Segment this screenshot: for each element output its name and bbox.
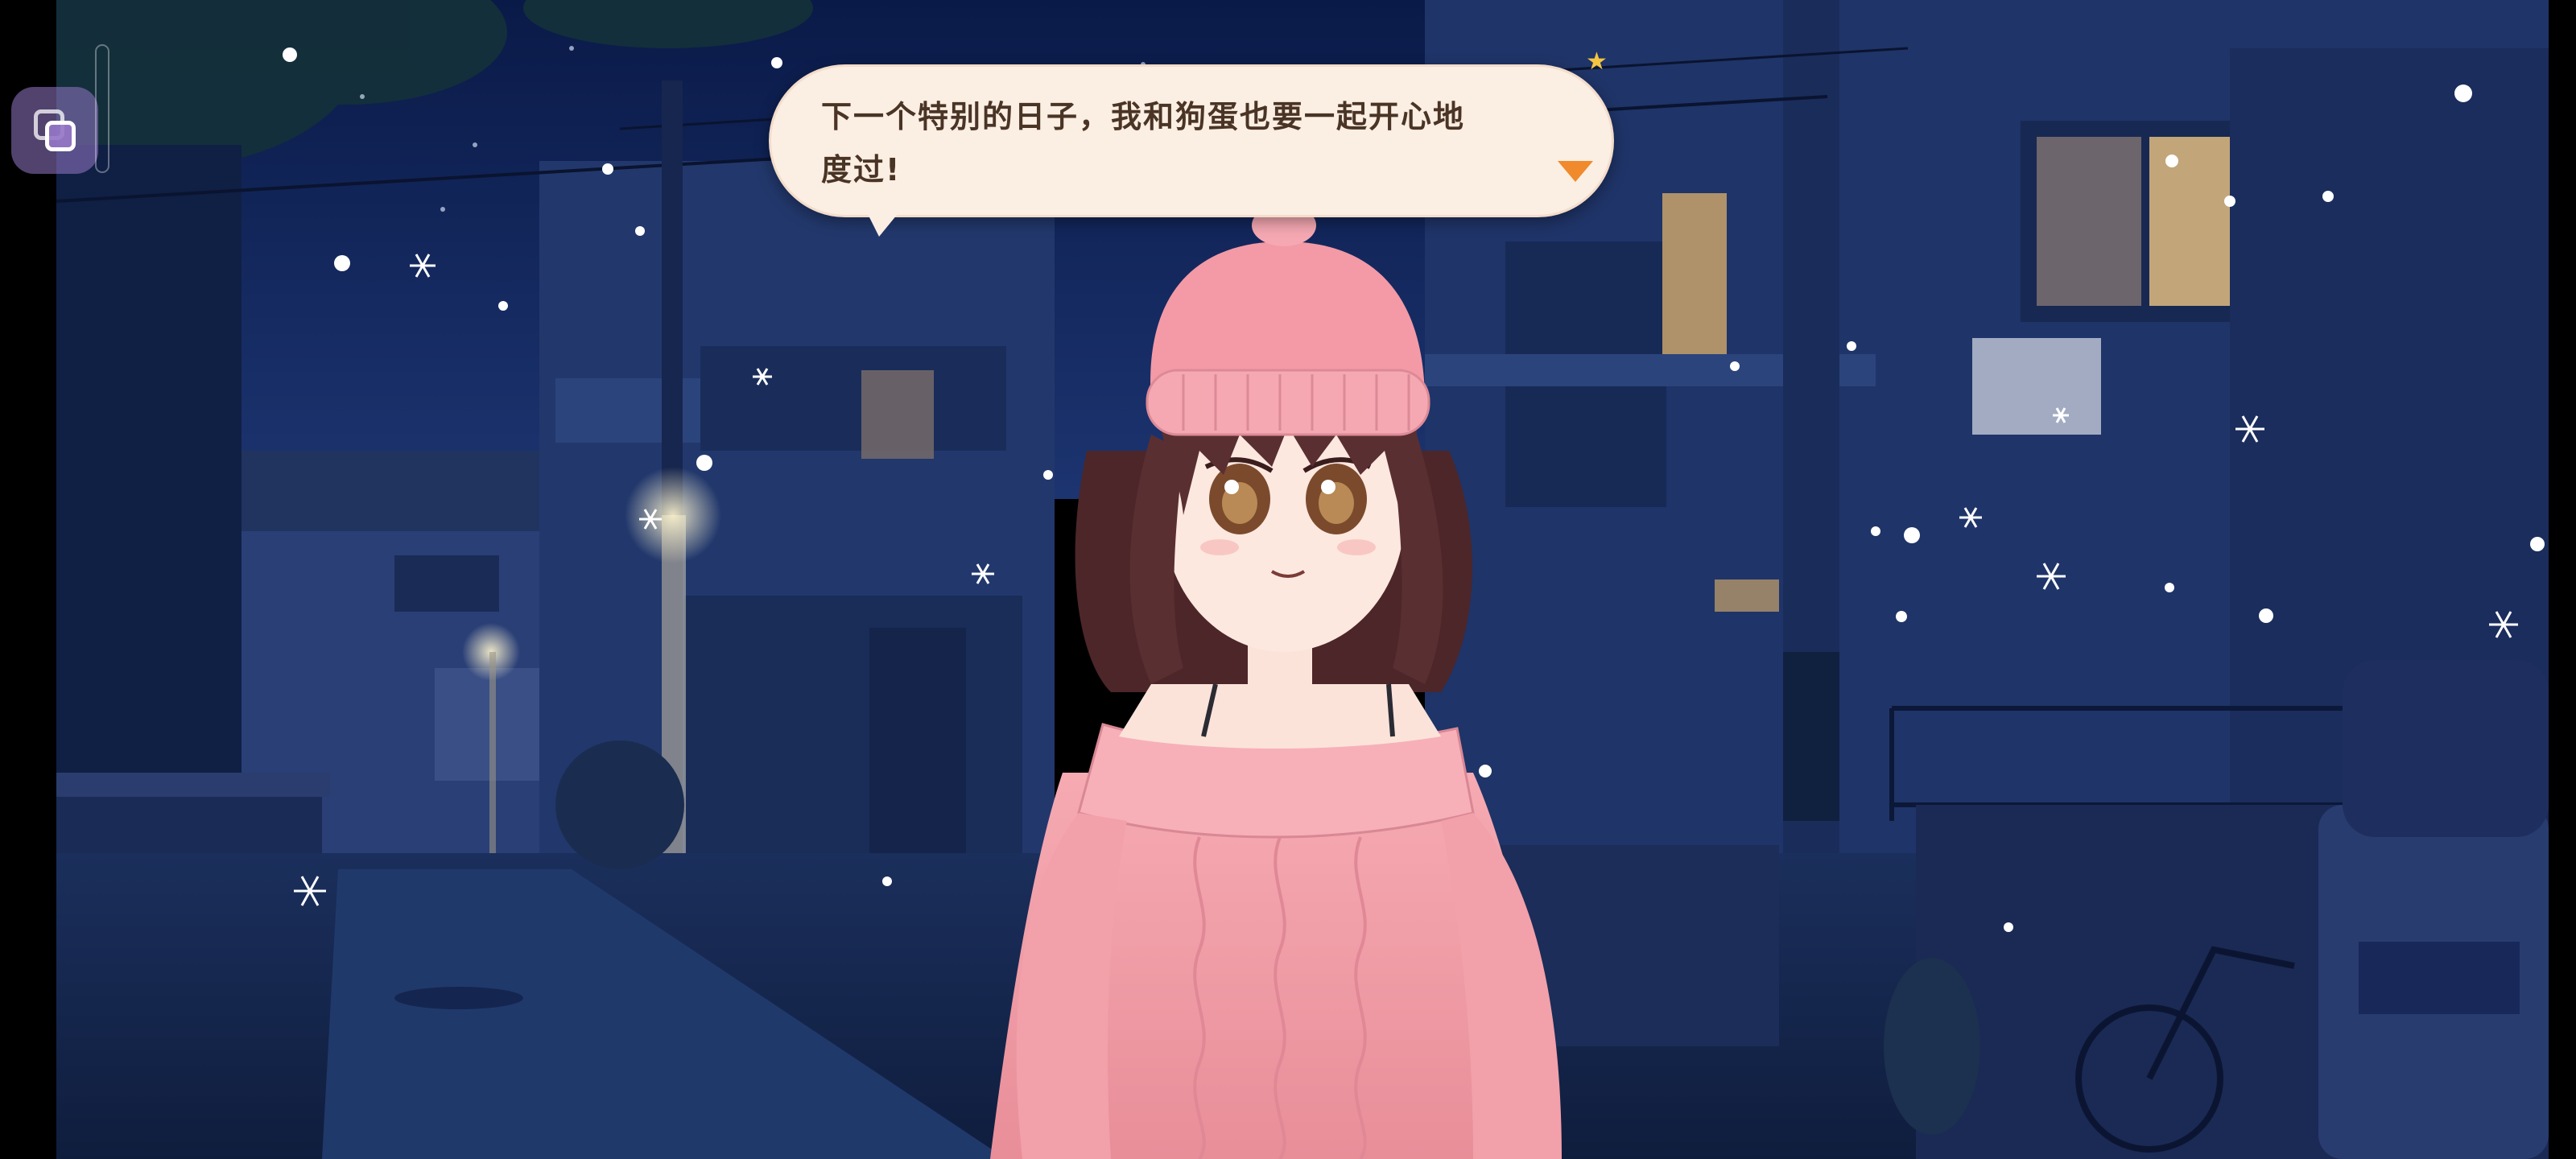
layers-icon-front xyxy=(45,121,76,151)
dialogue-line-2: 度过! xyxy=(821,152,902,188)
triangle-down-icon[interactable] xyxy=(1558,161,1593,182)
letterbox-left xyxy=(0,0,56,1159)
menu-button[interactable] xyxy=(11,87,98,174)
speech-bubble-tail xyxy=(861,201,908,237)
star-icon: ★ xyxy=(1586,47,1608,76)
side-handle[interactable] xyxy=(95,44,109,173)
letterbox-right xyxy=(2549,0,2576,1159)
dialogue-line-1: 下一个特别的日子，我和狗蛋也要一起开心地 xyxy=(821,99,1466,134)
dialogue-text: 下一个特别的日子，我和狗蛋也要一起开心地 度过! xyxy=(821,90,1562,196)
